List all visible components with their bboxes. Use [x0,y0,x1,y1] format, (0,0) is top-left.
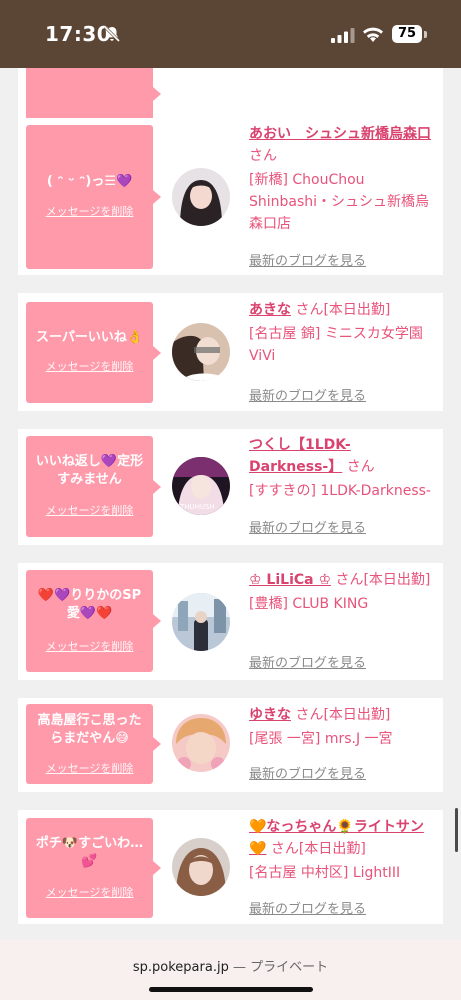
delete-message-link[interactable]: メッセージを削除 [26,203,153,219]
avatar[interactable] [172,323,230,381]
avatar[interactable] [172,714,230,772]
message-box: いいね返し💜定形 すみません メッセージを削除 [26,436,161,537]
girl-name-link[interactable]: あおい シュシュ新橋烏森口 [249,126,431,142]
message-card: ( ᵔ ᵕ ᵔ)っ☰💜 メッセージを削除 あおい シュシュ新橋烏森口 さん [新… [18,118,443,275]
attendance-status: [本日出勤] [298,841,366,857]
message-text: ポチ🐶すごいわ… 💕 [35,836,144,869]
status-bar: 17:30 75 [0,0,461,68]
delete-message-link[interactable]: メッセージを削除 [26,760,153,776]
profile-info: 🧡なっちゃん🌻ライトサン🧡 さん[本日出勤] [名古屋 中村区] LightII… [249,816,439,884]
delete-message-link[interactable]: メッセージを削除 [26,358,153,374]
message-box: ( ᵔ ᵕ ᵔ)っ☰💜 メッセージを削除 [26,125,161,269]
honorific-label: さん [335,572,364,588]
status-time: 17:30 [45,22,112,46]
profile-info: ♔ LiLiCa ♔ さん[本日出勤] [豊橋] CLUB KING [249,569,439,615]
attendance-status: [本日出勤] [323,707,391,723]
message-text: 高島屋行こ思った らまだやん😅 [37,713,142,746]
shop-info: [すすきの] 1LDK-Darkness- [249,483,431,499]
message-card: ポチ🐶すごいわ… 💕 メッセージを削除 🧡なっちゃん🌻ライトサン🧡 さん[本日出… [18,810,443,924]
message-text: ( ᵔ ᵕ ᵔ)っ☰💜 [46,174,133,189]
honorific-label: さん [295,302,324,318]
attendance-status: [本日出勤] [323,302,391,318]
avatar[interactable]: THUHUSH [172,457,230,515]
battery-nub [424,31,427,38]
honorific-label: さん [346,459,375,475]
delete-message-link[interactable]: メッセージを削除 [26,638,153,654]
latest-blog-link[interactable]: 最新のブログを見る [249,763,366,782]
delete-message-link[interactable]: メッセージを削除 [26,884,153,900]
message-box: スーパーいいね👌 メッセージを削除 [26,302,161,403]
message-text: いいね返し💜定形 すみません [35,454,144,487]
message-card: スーパーいいね👌 メッセージを削除 あきな さん[本日出勤] [名古屋 錦] ミ… [18,293,443,411]
message-card: 高島屋行こ思った らまだやん😅 メッセージを削除 ゆきな さん[本日出勤] [尾… [18,698,443,792]
bell-off-icon [103,25,121,43]
svg-text:THUHUSH: THUHUSH [179,503,215,511]
latest-blog-link[interactable]: 最新のブログを見る [249,250,366,269]
girl-name-link[interactable]: ♔ LiLiCa ♔ [249,572,331,588]
message-feed[interactable]: 最新のブログを見る ( ᵔ ᵕ ᵔ)っ☰💜 メッセージを削除 あおい シュシュ新… [0,68,461,940]
honorific-label: さん [270,841,299,857]
attendance-status: [本日出勤] [363,572,431,588]
latest-blog-link[interactable]: 最新のブログを見る [249,898,366,917]
girl-name-link[interactable]: あきな [249,302,291,318]
url-domain: sp.pokepara.jp [132,960,229,975]
wifi-icon [363,27,383,42]
profile-info: あきな さん[本日出勤] [名古屋 錦] ミニスカ女学園ViVi [249,299,439,367]
url-display[interactable]: sp.pokepara.jp — プライベート [0,956,461,975]
battery-indicator: 75 [392,25,422,43]
avatar[interactable] [172,838,230,896]
avatar[interactable] [172,593,230,651]
message-box: ❤️💜りりかのSP 愛💜❤️ メッセージを削除 [26,570,161,672]
profile-info: ゆきな さん[本日出勤] [尾張 一宮] mrs.J 一宮 [249,704,439,750]
latest-blog-link[interactable]: 最新のブログを見る [249,652,366,671]
shop-info: [名古屋 錦] ミニスカ女学園ViVi [249,326,423,364]
message-text: スーパーいいね👌 [35,330,144,345]
battery-level: 75 [397,26,417,41]
shop-info: [豊橋] CLUB KING [249,596,369,612]
latest-blog-link[interactable]: 最新のブログを見る [249,385,366,404]
honorific-label: さん [249,148,277,164]
cellular-signal-icon [331,28,355,43]
girl-name-link[interactable]: ゆきな [249,707,291,723]
profile-info: つくし【1LDK-Darkness-】 さん [すすきの] 1LDK-Darkn… [249,434,439,502]
private-mode-label: プライベート [250,960,329,975]
message-text: ❤️💜りりかのSP 愛💜❤️ [37,588,142,621]
message-box: ポチ🐶すごいわ… 💕 メッセージを削除 [26,818,161,918]
home-indicator[interactable] [149,987,313,992]
message-card: いいね返し💜定形 すみません メッセージを削除 THUHUSH つくし【1LDK… [18,429,443,545]
shop-info: [新橋] ChouChou Shinbashi・シュシュ新橋烏森口店 [249,172,430,232]
honorific-label: さん [295,707,324,723]
url-separator: — [228,960,251,975]
profile-info: あおい シュシュ新橋烏森口 さん [新橋] ChouChou Shinbashi… [249,123,439,235]
avatar[interactable] [172,168,230,226]
delete-message-link[interactable]: メッセージを削除 [26,502,153,518]
shop-info: [名古屋 中村区] LightIII [249,865,401,881]
shop-info: [尾張 一宮] mrs.J 一宮 [249,731,393,747]
message-box: 高島屋行こ思った らまだやん😅 メッセージを削除 [26,704,161,784]
latest-blog-link[interactable]: 最新のブログを見る [249,517,366,536]
message-card: ❤️💜りりかのSP 愛💜❤️ メッセージを削除 ♔ LiLiCa ♔ さん[本日… [18,563,443,680]
scrollbar-thumb[interactable] [455,808,458,852]
avatar[interactable] [172,68,230,98]
girl-name-link[interactable]: つくし【1LDK-Darkness-】 [249,437,351,475]
